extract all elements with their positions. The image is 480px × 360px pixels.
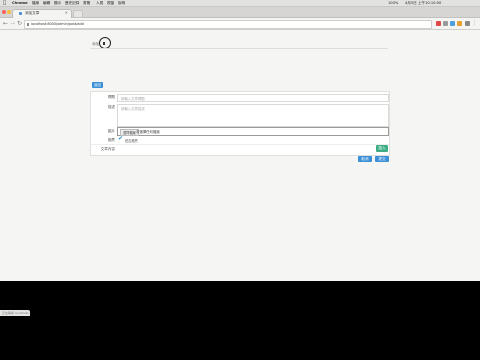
image-label: 圖片 bbox=[107, 129, 115, 133]
profile-avatar-icon[interactable] bbox=[465, 21, 470, 26]
recommend-option: 是否推薦 bbox=[125, 139, 138, 143]
submit-button[interactable]: 提交 bbox=[375, 156, 389, 162]
address-url: localhost:8000/admin/post/add bbox=[31, 22, 84, 26]
description-placeholder: 請輸入文章描述 bbox=[121, 107, 145, 111]
menu-edit[interactable]: 編輯 bbox=[43, 0, 50, 6]
new-tab-button[interactable] bbox=[73, 10, 83, 18]
chrome-toolbar: ← → ↻ localhost:8000/admin/post/add ⋮ bbox=[0, 18, 480, 30]
address-bar[interactable]: localhost:8000/admin/post/add bbox=[24, 20, 432, 29]
description-label: 描述 bbox=[107, 105, 115, 109]
extension-icon[interactable] bbox=[450, 21, 455, 26]
menu-history[interactable]: 歷史記錄 bbox=[65, 0, 79, 6]
close-window-icon[interactable] bbox=[2, 10, 6, 14]
reload-icon[interactable]: ↻ bbox=[17, 19, 22, 28]
title-placeholder: 請輸入文章標題 bbox=[121, 97, 145, 101]
editor-insert-button[interactable]: 插入 bbox=[376, 145, 388, 152]
minimize-window-icon[interactable] bbox=[7, 10, 11, 14]
tab-title: 添加文章 bbox=[25, 11, 40, 15]
divider bbox=[90, 48, 388, 49]
cancel-button[interactable]: 取消 bbox=[358, 156, 372, 162]
menu-view[interactable]: 顯示 bbox=[54, 0, 61, 6]
apple-icon[interactable]:  bbox=[3, 0, 6, 6]
extension-icon[interactable] bbox=[443, 21, 448, 26]
cursor-icon bbox=[103, 42, 105, 45]
menu-help[interactable]: 說明 bbox=[118, 0, 125, 6]
mac-menubar:  Chrome 檔案 編輯 顯示 歷史記錄 書籤 人員 視窗 說明 100% … bbox=[0, 0, 480, 7]
recommend-label: 推薦 bbox=[107, 138, 115, 142]
recommend-checkbox-icon[interactable]: ✔ bbox=[118, 136, 123, 142]
browser-tab[interactable]: 添加文章 × bbox=[12, 9, 72, 18]
favicon-icon bbox=[19, 12, 22, 15]
menu-people[interactable]: 人員 bbox=[96, 0, 103, 6]
chrome-menu-icon[interactable]: ⋮ bbox=[472, 19, 477, 28]
extension-icon[interactable] bbox=[436, 21, 441, 26]
title-label: 標題 bbox=[107, 95, 115, 99]
close-tab-icon[interactable]: × bbox=[65, 10, 68, 15]
menu-chrome[interactable]: Chrome bbox=[12, 0, 28, 6]
title-input[interactable]: 請輸入文章標題 bbox=[117, 94, 389, 102]
status-text: 正在等候 localhost... bbox=[2, 311, 32, 315]
forward-arrow-icon[interactable]: → bbox=[10, 19, 15, 28]
file-status: 未選擇任何檔案 bbox=[136, 130, 160, 134]
menu-bookmarks[interactable]: 書籤 bbox=[83, 0, 90, 6]
menu-file[interactable]: 檔案 bbox=[32, 0, 39, 6]
content-label: 文章內容 bbox=[100, 147, 115, 151]
clock[interactable]: 4月5日 上午10:10:00 bbox=[405, 0, 441, 6]
chrome-tabbar: 添加文章 × bbox=[0, 7, 480, 18]
post-form: 標題 請輸入文章標題 描述 請輸入文章描述 圖片 選擇檔案 未選擇任何檔案 推薦… bbox=[90, 91, 390, 156]
menu-window[interactable]: 視窗 bbox=[107, 0, 114, 6]
back-arrow-icon[interactable]: ← bbox=[3, 19, 8, 28]
image-file-input[interactable]: 選擇檔案 未選擇任何檔案 bbox=[117, 127, 389, 136]
page-info-icon[interactable] bbox=[27, 23, 29, 26]
browser-statusbar: 正在等候 localhost... bbox=[0, 310, 32, 316]
back-button[interactable]: 返回 bbox=[92, 82, 103, 88]
description-textarea[interactable]: 請輸入文章描述 bbox=[117, 104, 389, 127]
divider bbox=[91, 144, 389, 145]
extension-icon[interactable] bbox=[457, 21, 462, 26]
battery-status[interactable]: 100% bbox=[388, 0, 398, 6]
